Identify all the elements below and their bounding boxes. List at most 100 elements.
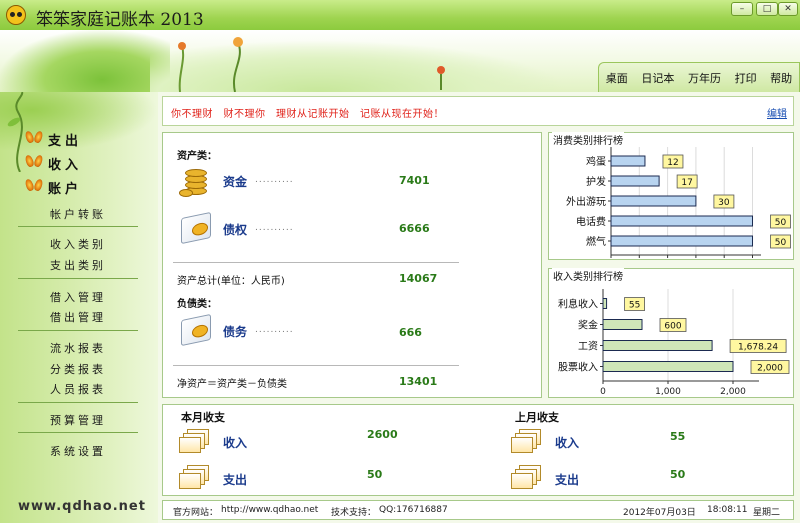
butterfly-icon [26,131,42,144]
income-folder-icon [511,429,545,455]
sidebar-item-category-report[interactable]: 分类报表 [50,361,106,377]
bar [610,215,754,227]
data-label: 30 [718,198,730,208]
this-month-expense-label[interactable]: 支出 [223,471,247,488]
sidebar-item-settings[interactable]: 系统设置 [50,443,106,459]
sidebar-item-borrow[interactable]: 借入管理 [50,289,106,305]
sidebar-item-income[interactable]: 收入 [48,154,82,173]
data-label: 12 [667,158,678,168]
debt-icon [181,313,215,347]
maximize-button[interactable]: □ [756,2,778,16]
close-button[interactable]: ✕ [778,2,798,16]
message-bar: 你不理财 财不理你 理财从记账开始 记账从现在开始！ 编辑 [162,96,794,126]
category-label: 护发 [586,175,606,188]
last-month-expense-value: 50 [670,468,686,481]
category-label: 燃气 [586,235,606,248]
x-tick-label: 0 [600,387,606,397]
net-assets-label: 净资产＝资产类－负债类 [177,379,287,390]
account-value-debt: 666 [399,326,422,339]
last-month-heading: 上月收支 [515,411,559,424]
data-label: 2,000 [757,364,783,374]
sidebar-item-accounts[interactable]: 账户 [48,178,82,197]
sidebar-item-expense-category[interactable]: 支出类别 [50,257,106,273]
status-weekday: 星期二 [753,508,781,518]
sidebar-item-flow-report[interactable]: 流水报表 [50,340,106,356]
support-qq: QQ:176716887 [379,505,448,515]
bar [602,298,608,309]
category-label: 股票收入 [558,361,598,374]
coins-icon [179,167,213,197]
x-tick-label: 1,000 [655,387,681,397]
sidebar-divider [18,278,138,279]
app-window: 笨笨家庭记账本 2013 – □ ✕ 桌面 日记本 万年历 打印 帮助 支出 收… [0,0,800,523]
minimize-button[interactable]: – [731,2,753,16]
divider [173,365,459,366]
leader-dots: .......... [255,223,294,233]
sidebar-item-lend[interactable]: 借出管理 [50,309,106,325]
sidebar-divider [18,330,138,331]
bar [610,195,697,207]
monthly-summary-panel: 本月收支 收入 2600 支出 50 上月收支 收入 55 支出 50 [162,404,794,496]
bar [602,361,734,372]
nav-print[interactable]: 打印 [735,70,757,86]
category-label: 外出游玩 [566,195,606,208]
expense-chart: 01020304050鸡蛋12护发17外出游玩30电话费50燃气50 [566,147,791,258]
title-bar: 笨笨家庭记账本 2013 – □ ✕ [0,0,800,30]
sidebar-divider [18,226,138,227]
account-name-funds[interactable]: 资金 [223,173,247,190]
website-url[interactable]: http://www.qdhao.net [221,505,318,515]
bar [602,319,643,330]
liability-heading: 负债类： [177,299,217,310]
bar [610,155,646,167]
last-month-income-label[interactable]: 收入 [555,434,579,451]
last-month-expense-label[interactable]: 支出 [555,471,579,488]
this-month-heading: 本月收支 [181,411,225,424]
support-label: 技术支持： [331,508,377,518]
bar [610,175,660,187]
nav-help[interactable]: 帮助 [770,70,792,86]
leader-dots: .......... [255,325,294,335]
net-assets-value: 13401 [399,375,438,388]
window-title: 笨笨家庭记账本 2013 [36,10,204,30]
sidebar-item-budget[interactable]: 预算管理 [50,412,106,428]
last-month-income-value: 55 [670,430,686,443]
status-date: 2012年07月03日 [623,508,696,518]
category-label: 鸡蛋 [586,155,606,168]
expense-folder-icon [511,465,545,491]
sidebar-item-person-report[interactable]: 人员报表 [50,381,106,397]
data-label: 600 [664,322,681,332]
this-month-income-value: 2600 [367,428,398,441]
sidebar-item-transfer[interactable]: 帐户转账 [50,206,106,222]
sidebar-item-income-category[interactable]: 收入类别 [50,236,106,252]
leader-dots: .......... [255,175,294,185]
divider [173,262,459,263]
data-label: 50 [775,218,787,228]
app-logo-icon [6,5,26,25]
data-label: 50 [775,238,787,248]
nav-diary[interactable]: 日记本 [641,70,674,86]
bar [610,235,754,247]
x-tick-label: 2,000 [720,387,746,397]
this-month-income-label[interactable]: 收入 [223,434,247,451]
account-name-debt[interactable]: 债务 [223,323,247,340]
sidebar-item-expense[interactable]: 支出 [48,130,82,149]
account-name-receivable[interactable]: 债权 [223,221,247,238]
status-time: 18:08:11 [707,505,748,515]
this-month-expense-value: 50 [367,468,383,481]
slogan-text: 你不理财 财不理你 理财从记账开始 记账从现在开始！ [171,109,444,120]
nav-desktop[interactable]: 桌面 [606,70,628,86]
butterfly-icon [26,155,42,168]
sidebar: 支出 收入 账户 帐户转账 收入类别 支出类别 借入管理 借出管理 流水报表 分… [0,92,158,523]
website-label[interactable]: www.qdhao.net [18,499,146,514]
data-label: 17 [681,178,692,188]
butterfly-icon [26,179,42,192]
category-label: 电话费 [576,215,606,228]
income-ranking-chart-panel: 收入类别排行榜 0 1,000 2,000 利息收入 55 奖金 600 工资 1,678.24… [548,268,794,398]
category-label: 奖金 [578,319,598,332]
edit-link[interactable]: 编辑 [767,105,787,120]
income-chart: 0 1,000 2,000 利息收入 55 奖金 600 工资 1,678.24 股票收入 2,00… [558,289,790,397]
income-folder-icon [179,429,213,455]
expense-folder-icon [179,465,213,491]
nav-calendar[interactable]: 万年历 [688,70,721,86]
account-value-funds: 7401 [399,174,430,187]
